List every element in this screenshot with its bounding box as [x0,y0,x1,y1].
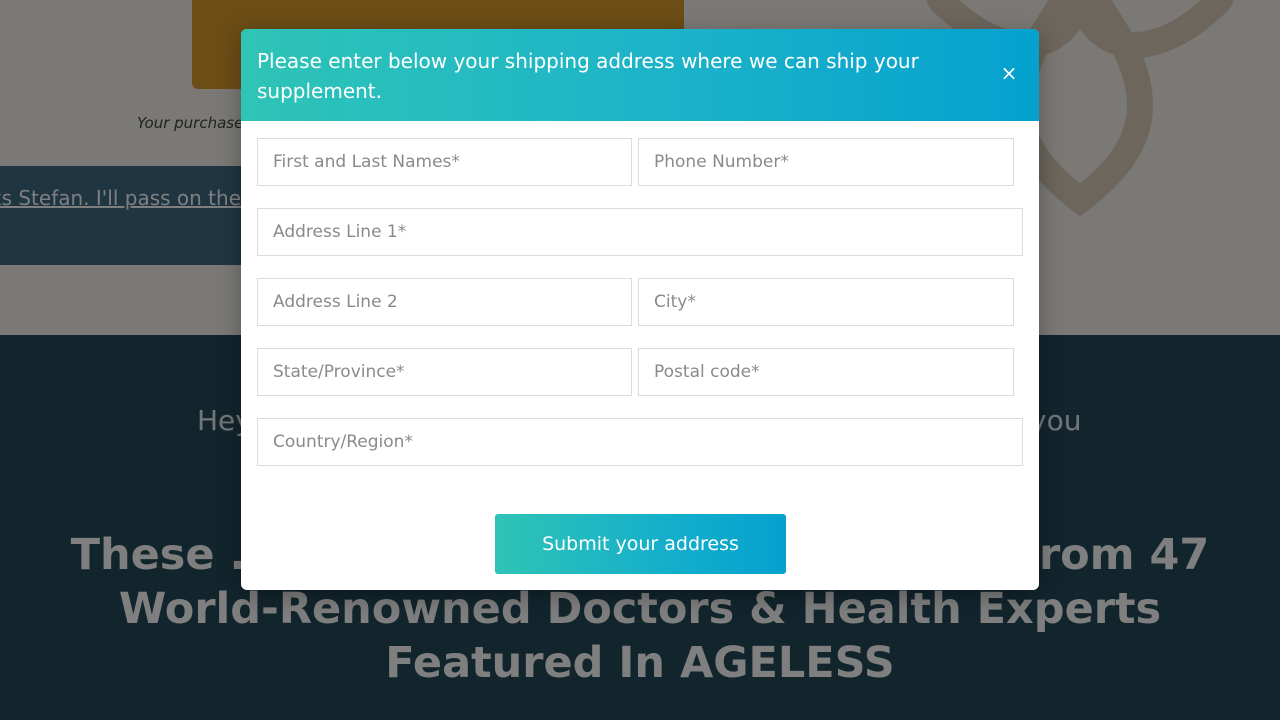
state-field [257,348,632,396]
modal-title: Please enter below your shipping address… [257,49,919,103]
address-line-2-input[interactable] [258,279,631,325]
postal-code-field [638,348,1014,396]
address-line-2-field [257,278,632,326]
phone-field [638,138,1014,186]
state-input[interactable] [258,349,631,395]
phone-input[interactable] [639,139,1013,185]
address-line-1-field [257,208,1023,256]
address-line-1-input[interactable] [258,209,1022,255]
name-input[interactable] [258,139,631,185]
shipping-address-modal: Please enter below your shipping address… [241,29,1039,590]
modal-header: Please enter below your shipping address… [241,29,1039,121]
name-field [257,138,632,186]
postal-code-input[interactable] [639,349,1013,395]
submit-address-button[interactable]: Submit your address [495,514,786,574]
close-icon[interactable]: × [995,59,1023,87]
city-field [638,278,1014,326]
country-field [257,418,1023,466]
city-input[interactable] [639,279,1013,325]
country-input[interactable] [258,419,1022,465]
